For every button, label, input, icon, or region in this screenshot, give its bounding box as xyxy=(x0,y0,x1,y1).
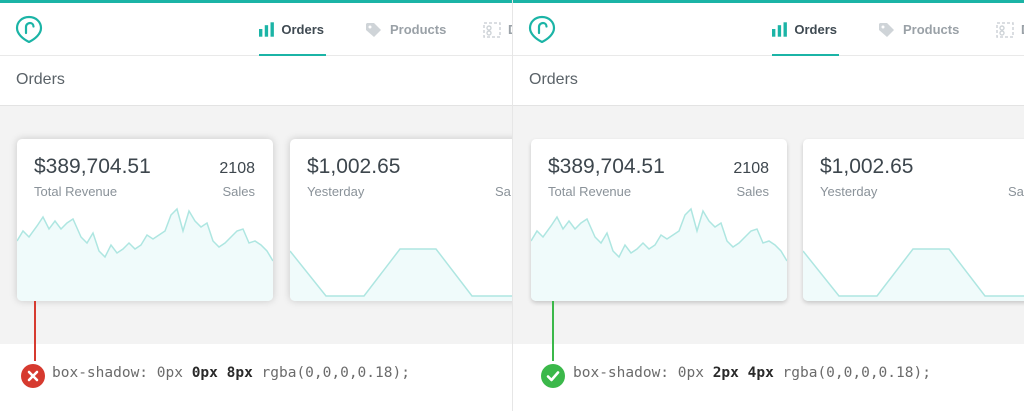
page-title: Orders xyxy=(529,71,578,88)
scissors-icon xyxy=(996,21,1014,38)
card-label: Yesterday xyxy=(820,184,878,199)
card-label: Total Revenue xyxy=(548,184,632,199)
bar-chart-icon xyxy=(772,22,787,37)
page-title: Orders xyxy=(16,71,65,88)
css-code-bad: box-shadow: 0px 0px 8px rgba(0,0,0,0.18)… xyxy=(52,365,410,381)
stat-card-yesterday[interactable]: $1,002.65 Yesterday Sa xyxy=(290,139,512,301)
cross-icon xyxy=(21,364,45,388)
check-icon xyxy=(541,364,565,388)
stat-card-total-revenue[interactable]: $389,704.51 Total Revenue 2108 Sales xyxy=(531,139,787,301)
bar-chart-icon xyxy=(259,22,274,37)
page-heading: Orders xyxy=(513,57,1024,106)
tab-label: Products xyxy=(390,22,447,37)
card-stat: 2108 xyxy=(219,160,255,177)
code-prefix: box-shadow: 0px xyxy=(573,365,713,381)
card-stat-label: Sa xyxy=(1008,184,1024,199)
page-heading: Orders xyxy=(0,57,512,106)
nav-bar: Orders Products D xyxy=(513,3,1024,56)
sparkline-chart xyxy=(803,248,1024,301)
tab-label: Orders xyxy=(794,22,837,37)
tab-d[interactable]: D xyxy=(483,3,512,56)
stat-card-yesterday[interactable]: $1,002.65 Yesterday Sa xyxy=(803,139,1024,301)
sparkline-chart xyxy=(17,207,273,301)
code-suffix: rgba(0,0,0,0.18); xyxy=(252,365,410,381)
tab-orders[interactable]: Orders xyxy=(772,3,839,56)
card-stat-label: Sales xyxy=(222,184,255,199)
tab-label: Products xyxy=(903,22,960,37)
pointer-line xyxy=(34,301,36,361)
tab-orders[interactable]: Orders xyxy=(259,3,326,56)
css-code-good: box-shadow: 0px 2px 4px rgba(0,0,0,0.18)… xyxy=(573,365,931,381)
tab-products[interactable]: Products xyxy=(365,3,446,56)
logo-icon[interactable] xyxy=(528,15,556,43)
code-prefix: box-shadow: 0px xyxy=(52,365,192,381)
code-highlight: 0px 8px xyxy=(191,365,253,381)
card-amount: $1,002.65 xyxy=(307,155,401,178)
tab-label: Orders xyxy=(281,22,324,37)
stat-card-total-revenue[interactable]: $389,704.51 Total Revenue 2108 Sales xyxy=(17,139,273,301)
card-amount: $389,704.51 xyxy=(34,155,151,178)
card-stat: 2108 xyxy=(733,160,769,177)
code-suffix: rgba(0,0,0,0.18); xyxy=(773,365,931,381)
tag-icon xyxy=(879,22,894,37)
nav-bar: Orders Products D xyxy=(0,3,512,56)
scissors-icon xyxy=(483,21,501,38)
card-amount: $1,002.65 xyxy=(820,155,914,178)
pointer-line xyxy=(552,301,554,361)
tab-d[interactable]: D xyxy=(996,3,1024,56)
tag-icon xyxy=(366,22,381,37)
code-highlight: 2px 4px xyxy=(712,365,774,381)
card-amount: $389,704.51 xyxy=(548,155,665,178)
card-stat-label: Sa xyxy=(495,184,511,199)
card-label: Total Revenue xyxy=(34,184,118,199)
sparkline-chart xyxy=(531,207,787,301)
comparison-panel-bad: Orders Products D Orders $389,704.51 Tot… xyxy=(0,0,512,411)
logo-icon[interactable] xyxy=(15,15,43,43)
card-stat-label: Sales xyxy=(736,184,769,199)
card-label: Yesterday xyxy=(307,184,365,199)
comparison-panel-good: Orders Products D Orders $389,704.51 Tot… xyxy=(512,0,1024,411)
sparkline-chart xyxy=(290,248,512,301)
tab-products[interactable]: Products xyxy=(878,3,959,56)
